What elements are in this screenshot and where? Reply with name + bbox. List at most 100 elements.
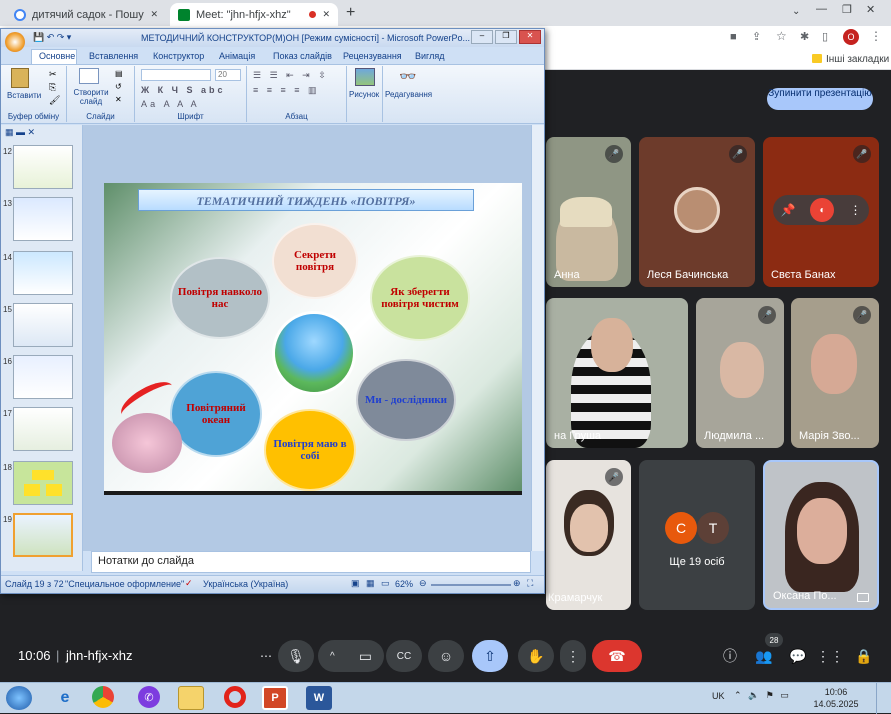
- participant-tile[interactable]: 🎤 Анна: [546, 137, 631, 287]
- zoom-out-icon[interactable]: ⊖: [419, 578, 427, 589]
- explorer-icon[interactable]: [178, 686, 204, 710]
- list-buttons[interactable]: ☰ ☰ ⇤ ⇥ ⇳: [253, 70, 329, 81]
- pane-tabs[interactable]: ▦ ▬ ✕: [5, 127, 35, 138]
- slide-thumbnail[interactable]: [13, 461, 73, 505]
- start-button[interactable]: [6, 686, 32, 710]
- format-painter-icon[interactable]: 🖌: [49, 95, 60, 106]
- pin-icon[interactable]: 📌: [781, 203, 796, 217]
- tab-review[interactable]: Рецензування: [343, 51, 402, 61]
- microphone-button[interactable]: 🎙: [278, 640, 314, 672]
- picture-button[interactable]: Рисунок: [349, 90, 379, 99]
- participant-tile[interactable]: 🎤 Леся Бачинська: [639, 137, 755, 287]
- cut-icon[interactable]: ✂: [49, 69, 57, 80]
- show-desktop-button[interactable]: [876, 683, 891, 714]
- font-size-combo[interactable]: 20: [215, 69, 241, 81]
- stop-presenting-button[interactable]: Зупинити презентацію: [767, 88, 873, 110]
- tab-design[interactable]: Конструктор: [153, 51, 204, 61]
- more-participants-tile[interactable]: C T Ще 19 осіб: [639, 460, 755, 610]
- language-indicator[interactable]: UK: [712, 691, 725, 701]
- notes-pane[interactable]: Нотатки до слайда: [91, 551, 531, 573]
- align-buttons[interactable]: ≡ ≡ ≡ ≡ ▥: [253, 85, 320, 96]
- copy-icon[interactable]: ⎘: [49, 82, 56, 93]
- menu-kebab-icon[interactable]: ⋮: [870, 29, 882, 43]
- chrome-icon[interactable]: [92, 686, 114, 708]
- powerpoint-icon[interactable]: P: [262, 686, 288, 710]
- layout-icon[interactable]: ▤: [115, 69, 123, 78]
- participant-tile[interactable]: 📌 ◐ ⋮ 🎤 Свєта Банах: [763, 137, 879, 287]
- opera-icon[interactable]: [224, 686, 246, 708]
- zoom-level[interactable]: 62%: [395, 579, 413, 589]
- close-window-icon[interactable]: ✕: [866, 3, 875, 16]
- editing-button[interactable]: Редагування: [385, 90, 432, 99]
- new-tab-button[interactable]: +: [346, 4, 355, 22]
- clock-time[interactable]: 10:06: [812, 687, 860, 697]
- tray-icons[interactable]: ⌃ 🔈 ⚑ ▭: [734, 690, 791, 701]
- captions-button[interactable]: CC: [386, 640, 422, 672]
- participant-tile[interactable]: 🎤 Марія Зво...: [791, 298, 879, 448]
- bookmark-star-icon[interactable]: ☆: [776, 29, 787, 43]
- more-options-icon[interactable]: ⋮: [849, 203, 861, 217]
- slide-thumbnail[interactable]: [13, 197, 73, 241]
- slide-thumbnail[interactable]: [13, 145, 73, 189]
- participant-tile[interactable]: 🎤 Юля Крамарчук: [546, 460, 631, 610]
- slide-canvas[interactable]: ТЕМАТИЧНИЙ ТИЖДЕНЬ «ПОВІТРЯ» Секрети пов…: [104, 183, 522, 495]
- participant-tile[interactable]: 🎤 Людмила ...: [696, 298, 784, 448]
- tab-insert[interactable]: Вставлення: [89, 51, 138, 61]
- language[interactable]: Українська (Україна): [203, 579, 288, 589]
- host-controls-icon[interactable]: 🔒: [848, 640, 880, 672]
- tab-home[interactable]: Основне: [39, 51, 75, 61]
- extensions-icon[interactable]: ✱: [800, 30, 809, 43]
- camera-button[interactable]: ^ ▭: [318, 640, 384, 672]
- word-icon[interactable]: W: [306, 686, 332, 710]
- picture-in-picture-icon[interactable]: [857, 593, 869, 602]
- zoom-slider[interactable]: [431, 584, 511, 586]
- slide-thumbnail-selected[interactable]: [13, 513, 73, 557]
- tab-animation[interactable]: Анімація: [219, 51, 255, 61]
- restore-icon[interactable]: ❐: [495, 30, 517, 44]
- binoculars-icon[interactable]: 👓: [399, 68, 416, 85]
- side-panel-icon[interactable]: ▯: [822, 30, 828, 43]
- slide-thumbnail[interactable]: [13, 303, 73, 347]
- ie-icon[interactable]: e: [52, 686, 78, 710]
- quick-access-toolbar[interactable]: 💾 ↶ ↷ ▾: [33, 32, 71, 43]
- viber-icon[interactable]: ✆: [138, 686, 160, 708]
- tab-meet[interactable]: Meet: "jhn-hfjx-xhz" ✕: [170, 3, 338, 26]
- self-view-tile[interactable]: Оксана По...: [763, 460, 879, 610]
- meeting-info-icon[interactable]: ⓘ: [714, 640, 746, 672]
- vertical-scrollbar[interactable]: [531, 125, 544, 551]
- tab-search-icon[interactable]: ⌄: [792, 6, 800, 17]
- leave-call-button[interactable]: ☎: [592, 640, 642, 672]
- clock-date[interactable]: 14.05.2025: [808, 699, 864, 709]
- restore-icon[interactable]: ❐: [842, 3, 852, 16]
- spellcheck-icon[interactable]: ✓: [185, 578, 193, 589]
- activities-icon[interactable]: ⋮⋮: [814, 640, 846, 672]
- fit-window-icon[interactable]: ⛶: [527, 578, 533, 589]
- close-icon[interactable]: ✕: [322, 9, 330, 20]
- share-icon[interactable]: ⇪: [752, 30, 761, 43]
- tab-view[interactable]: Вигляд: [415, 51, 445, 61]
- zoom-in-icon[interactable]: ⊕: [513, 578, 521, 589]
- minimize-icon[interactable]: –: [471, 30, 493, 44]
- picture-icon[interactable]: [355, 68, 375, 86]
- new-slide-icon[interactable]: [79, 68, 99, 84]
- raise-hand-button[interactable]: ✋: [518, 640, 554, 672]
- emoji-button[interactable]: ☺: [428, 640, 464, 672]
- chevron-up-icon[interactable]: ^: [330, 651, 335, 662]
- slide-thumbnail[interactable]: [13, 251, 73, 295]
- profile-avatar[interactable]: O: [843, 29, 859, 45]
- font-size-buttons[interactable]: Аа A A A: [141, 99, 200, 109]
- tab-google-search[interactable]: дитячий садок - Пошук Google ✕: [6, 3, 166, 26]
- delete-slide-icon[interactable]: ✕: [115, 95, 122, 104]
- present-screen-button[interactable]: ⇧: [472, 640, 508, 672]
- minimize-icon[interactable]: —: [816, 3, 827, 15]
- close-icon[interactable]: ✕: [519, 30, 541, 44]
- slide-thumbnail[interactable]: [13, 407, 73, 451]
- tab-slideshow[interactable]: Показ слайдів: [273, 51, 332, 61]
- paste-button[interactable]: Вставити: [7, 91, 41, 100]
- view-buttons[interactable]: ▣ ▦ ▭: [351, 578, 392, 589]
- chat-icon[interactable]: 💬: [782, 640, 814, 672]
- camera-icon[interactable]: ■: [730, 31, 737, 43]
- more-options-button[interactable]: ⋮: [560, 640, 586, 672]
- other-bookmarks[interactable]: Інші закладки: [826, 54, 889, 65]
- font-format-buttons[interactable]: Ж К Ч S abc: [141, 85, 225, 95]
